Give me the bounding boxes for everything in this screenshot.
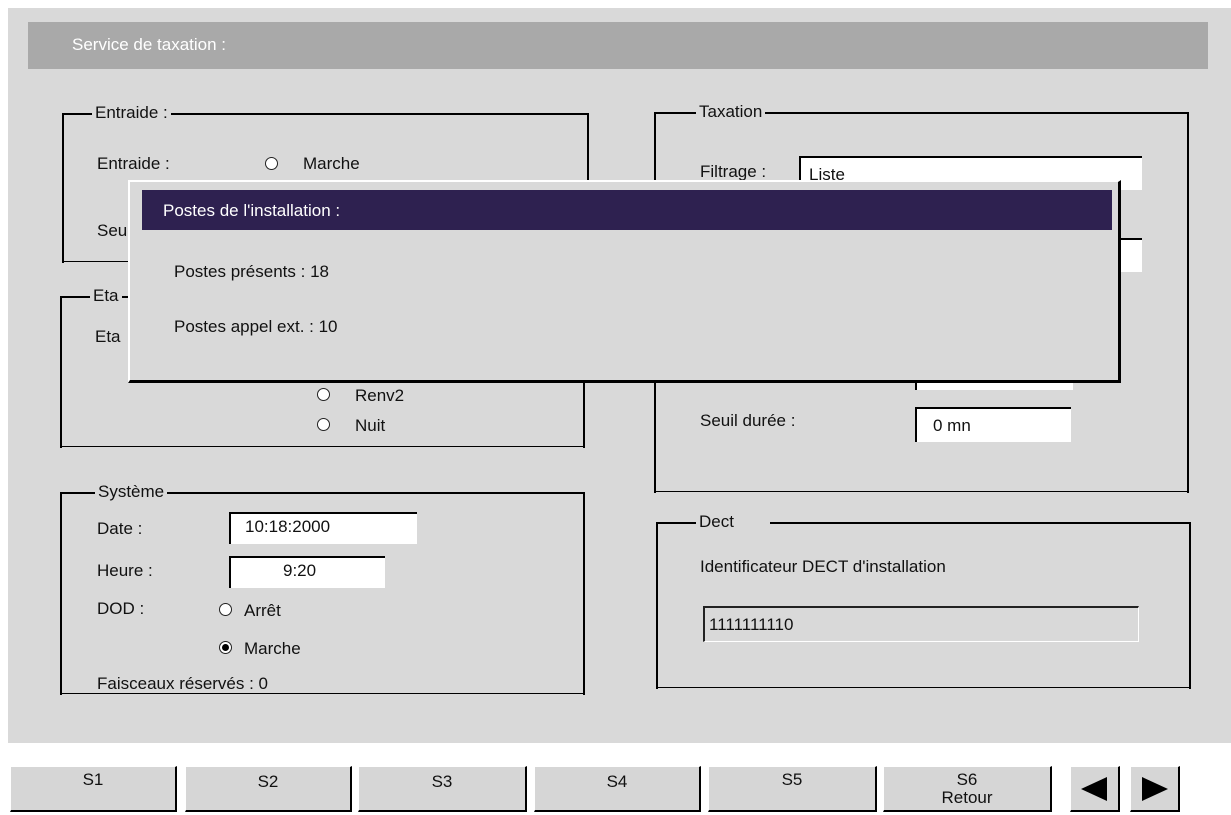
s1-button[interactable]: S1 <box>10 766 177 812</box>
dect-description: Identificateur DECT d'installation <box>700 557 946 576</box>
entraide-marche-label: Marche <box>303 154 360 173</box>
popup-title-bar: Postes de l'installation : <box>142 190 1112 230</box>
dod-marche-label: Marche <box>244 639 301 658</box>
title-bar: Service de taxation : <box>28 22 1208 69</box>
date-label: Date : <box>97 519 143 538</box>
dod-arret-label: Arrêt <box>244 601 281 620</box>
s3-button[interactable]: S3 <box>358 766 527 812</box>
seuil-duree-label: Seuil durée : <box>700 411 796 430</box>
postes-appel-ext: Postes appel ext. : 10 <box>174 317 338 336</box>
next-button[interactable] <box>1130 766 1180 812</box>
faisceaux-reserves: Faisceaux réservés : 0 <box>97 674 269 693</box>
dod-marche-radio[interactable] <box>219 641 232 654</box>
heure-field[interactable]: 9:20 <box>229 556 385 588</box>
dod-label: DOD : <box>97 599 145 618</box>
page-title: Service de taxation : <box>72 35 227 54</box>
taxation-legend: Taxation <box>696 102 766 122</box>
dect-legend: Dect <box>696 512 770 532</box>
left-arrow-icon <box>1081 777 1107 801</box>
s2-label: S2 <box>257 772 279 791</box>
s3-label: S3 <box>431 772 453 791</box>
seuil-duree-field[interactable]: 0 mn <box>915 407 1071 442</box>
heure-label: Heure : <box>97 561 153 580</box>
s5-button[interactable]: S5 <box>708 766 877 812</box>
nuit-radio[interactable] <box>317 418 330 431</box>
entraide-legend: Entraide : <box>92 103 171 123</box>
dect-id-field[interactable]: 1111111110 <box>703 606 1139 642</box>
etat-row-label-partial: Eta <box>95 327 121 346</box>
retour-label: Retour <box>941 788 993 807</box>
postes-presents: Postes présents : 18 <box>174 262 329 281</box>
nuit-label: Nuit <box>355 416 386 435</box>
s4-label: S4 <box>606 772 628 791</box>
prev-button[interactable] <box>1070 766 1120 812</box>
right-arrow-icon <box>1142 777 1168 801</box>
date-field[interactable]: 10:18:2000 <box>229 512 417 544</box>
entraide-marche-radio[interactable] <box>265 157 278 170</box>
s4-button[interactable]: S4 <box>534 766 701 812</box>
s5-label: S5 <box>781 770 803 789</box>
renv2-label: Renv2 <box>355 386 405 405</box>
filtrage-label: Filtrage : <box>700 162 767 181</box>
dod-arret-radio[interactable] <box>219 603 232 616</box>
renv2-radio[interactable] <box>317 388 330 401</box>
s2-button[interactable]: S2 <box>185 766 352 812</box>
systeme-legend: Système <box>95 482 168 502</box>
popup-title: Postes de l'installation : <box>163 201 341 220</box>
seuil-label-partial: Seu <box>97 221 128 240</box>
postes-popup: Postes de l'installation : Postes présen… <box>128 180 1121 383</box>
s6-retour-button[interactable]: S6 Retour <box>883 766 1052 812</box>
etat-legend: Eta <box>90 286 122 306</box>
entraide-label: Entraide : <box>97 154 170 173</box>
s6-label: S6 <box>956 770 978 789</box>
s1-label: S1 <box>82 770 104 789</box>
